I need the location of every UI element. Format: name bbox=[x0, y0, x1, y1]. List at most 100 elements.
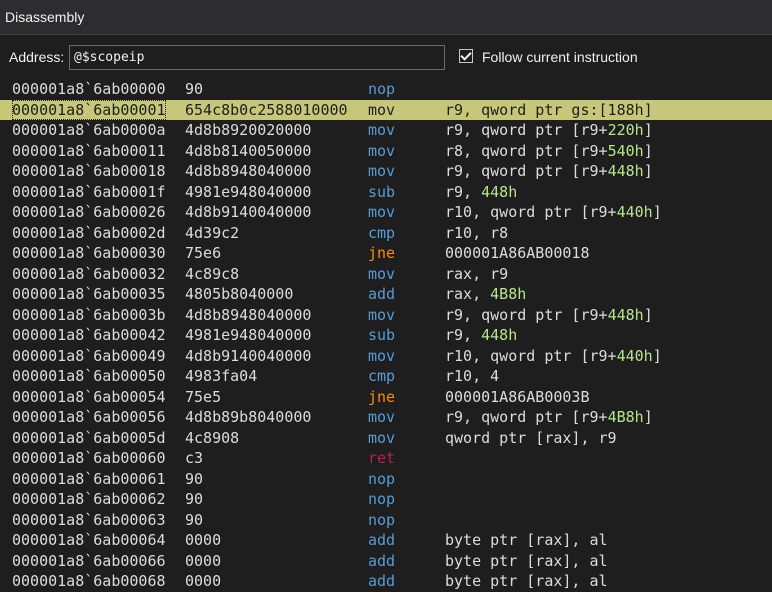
operand-text: byte ptr [rax], al bbox=[445, 531, 608, 549]
instruction-row[interactable]: 000001a8`6ab0000a 4d8b8920020000 mov r9, qw… bbox=[0, 120, 772, 141]
instruction-operands: 000001A86AB00018 bbox=[445, 243, 590, 264]
instruction-bytes: 0000 bbox=[185, 572, 222, 590]
address-bar: Address: Follow current instruction bbox=[0, 44, 772, 72]
instruction-address: 000001a8`6ab00054 bbox=[12, 387, 166, 406]
operand-number: 440h bbox=[616, 346, 653, 365]
instruction-bytes: 4d8b8920020000 bbox=[185, 121, 312, 139]
instruction-row[interactable]: 000001a8`6ab00000 90 nop bbox=[0, 79, 772, 100]
instruction-mnemonic: ret bbox=[368, 449, 396, 467]
instruction-mnemonic: add bbox=[368, 531, 396, 549]
instruction-mnemonic: mov bbox=[368, 428, 396, 447]
instruction-row[interactable]: 000001a8`6ab00050 4983fa04 cmp r10, 4 bbox=[0, 366, 772, 387]
instruction-bytes: 90 bbox=[185, 490, 204, 508]
instruction-mnemonic: add bbox=[368, 551, 396, 570]
instruction-bytes: 4981e948040000 bbox=[185, 182, 312, 201]
instruction-mnemonic: nop bbox=[368, 469, 396, 488]
instruction-row[interactable]: 000001a8`6ab00063 90 nop bbox=[0, 510, 772, 531]
instruction-bytes: 4d8b8140050000 bbox=[185, 141, 312, 160]
instruction-row[interactable]: 000001a8`6ab0002d 4d39c2 cmp r10, r8 bbox=[0, 223, 772, 244]
operand-text: 000001A86AB0003B bbox=[445, 387, 590, 406]
instruction-row[interactable]: 000001a8`6ab00068 0000 add byte ptr [rax], … bbox=[0, 571, 772, 592]
instruction-row[interactable]: 000001a8`6ab00066 0000 add byte ptr [rax], … bbox=[0, 551, 772, 572]
instruction-mnemonic: sub bbox=[368, 326, 396, 344]
instruction-bytes: 654c8b0c2588010000 bbox=[185, 100, 348, 119]
instruction-address: 000001a8`6ab0001f bbox=[12, 182, 166, 201]
instruction-row[interactable]: 000001a8`6ab0005d 4c8908 mov qword ptr [rax… bbox=[0, 428, 772, 449]
instruction-operands: byte ptr [rax], al bbox=[445, 530, 608, 551]
instruction-operands: r9, 448h bbox=[445, 325, 517, 346]
instruction-operands: r9, qword ptr [r9+448h] bbox=[445, 305, 653, 326]
instruction-row[interactable]: 000001a8`6ab00030 75e6 jne 000001A86AB00018 bbox=[0, 243, 772, 264]
instruction-mnemonic: sub bbox=[368, 182, 396, 201]
instruction-bytes: 75e5 bbox=[185, 387, 222, 406]
instruction-operands: byte ptr [rax], al bbox=[445, 551, 608, 572]
instruction-row[interactable]: 000001a8`6ab0003b 4d8b8948040000 mov r9, qw… bbox=[0, 305, 772, 326]
follow-instruction-label: Follow current instruction bbox=[482, 49, 638, 65]
instruction-address: 000001a8`6ab00056 bbox=[12, 408, 166, 426]
instruction-mnemonic: add bbox=[368, 572, 396, 590]
instruction-operands: r10, qword ptr [r9+440h] bbox=[445, 202, 662, 223]
instruction-row[interactable]: 000001a8`6ab00064 0000 add byte ptr [rax], … bbox=[0, 530, 772, 551]
operand-text: r10, 4 bbox=[445, 367, 500, 385]
operand-text: ] bbox=[643, 305, 653, 324]
instruction-bytes: 0000 bbox=[185, 531, 222, 549]
instruction-address: 000001a8`6ab00018 bbox=[12, 162, 166, 180]
instruction-operands: r9, qword ptr gs:[188h] bbox=[445, 100, 653, 121]
instruction-bytes: 90 bbox=[185, 510, 204, 529]
instruction-row[interactable]: 000001a8`6ab00061 90 nop bbox=[0, 469, 772, 490]
instruction-bytes: 4d8b89b8040000 bbox=[185, 408, 312, 426]
instruction-row[interactable]: 000001a8`6ab00062 90 nop bbox=[0, 489, 772, 510]
instruction-row[interactable]: 000001a8`6ab00060 c3 ret bbox=[0, 448, 772, 469]
address-input[interactable] bbox=[69, 45, 445, 70]
instruction-operands: rax, 4B8h bbox=[445, 284, 526, 305]
instruction-row[interactable]: 000001a8`6ab00035 4805b8040000 add rax, 4B8… bbox=[0, 284, 772, 305]
operand-text: r10, qword ptr [r9+ bbox=[445, 203, 617, 221]
operand-text: 000001A86AB00018 bbox=[445, 244, 590, 262]
instruction-operands: r10, qword ptr [r9+440h] bbox=[445, 346, 662, 367]
operand-text: r10, qword ptr [r9+ bbox=[445, 346, 617, 365]
instruction-mnemonic: nop bbox=[368, 80, 396, 98]
instruction-row[interactable]: 000001a8`6ab00032 4c89c8 mov rax, r9 bbox=[0, 264, 772, 285]
instruction-row[interactable]: 000001a8`6ab00026 4d8b9140040000 mov r10, q… bbox=[0, 202, 772, 223]
operand-number: 540h bbox=[607, 141, 644, 160]
operand-text: r9, qword ptr [r9+ bbox=[445, 162, 608, 180]
address-label: Address: bbox=[9, 49, 65, 65]
disassembly-listing[interactable]: 000001a8`6ab00000 90 nop 000001a8`6ab00001 6… bbox=[0, 79, 772, 592]
instruction-mnemonic: mov bbox=[368, 408, 396, 426]
operand-number: 448h bbox=[481, 326, 518, 344]
instruction-row[interactable]: 000001a8`6ab00042 4981e948040000 sub r9, 44… bbox=[0, 325, 772, 346]
instruction-mnemonic: mov bbox=[368, 305, 396, 324]
current-instruction-row[interactable]: 000001a8`6ab00001 654c8b0c2588010000 mov r9… bbox=[0, 99, 772, 121]
operand-number: 4B8h bbox=[607, 408, 644, 426]
instruction-mnemonic: mov bbox=[368, 203, 396, 221]
instruction-bytes: c3 bbox=[185, 449, 204, 467]
instruction-address: 000001a8`6ab00000 bbox=[12, 80, 166, 98]
instruction-mnemonic: cmp bbox=[368, 367, 396, 385]
operand-text: r9, bbox=[445, 326, 482, 344]
operand-text: rax, r9 bbox=[445, 264, 509, 283]
instruction-row[interactable]: 000001a8`6ab00018 4d8b8948040000 mov r9, qw… bbox=[0, 161, 772, 182]
follow-instruction-checkbox[interactable] bbox=[459, 49, 473, 63]
instruction-row[interactable]: 000001a8`6ab00011 4d8b8140050000 mov r8, qw… bbox=[0, 141, 772, 162]
instruction-mnemonic: mov bbox=[368, 121, 396, 139]
instruction-address: 000001a8`6ab00049 bbox=[12, 346, 166, 365]
instruction-row[interactable]: 000001a8`6ab0001f 4981e948040000 sub r9, 44… bbox=[0, 182, 772, 203]
operand-text: r9, qword ptr [r9+ bbox=[445, 305, 608, 324]
operand-text: ] bbox=[643, 408, 653, 426]
instruction-bytes: 90 bbox=[185, 469, 204, 488]
instruction-row[interactable]: 000001a8`6ab00056 4d8b89b8040000 mov r9, qw… bbox=[0, 407, 772, 428]
operand-number: 4B8h bbox=[490, 285, 527, 303]
instruction-operands: r9, 448h bbox=[445, 182, 517, 203]
instruction-address: 000001a8`6ab00068 bbox=[12, 572, 166, 590]
instruction-bytes: 4983fa04 bbox=[185, 367, 258, 385]
instruction-operands: 000001A86AB0003B bbox=[445, 387, 590, 408]
instruction-row[interactable]: 000001a8`6ab00049 4d8b9140040000 mov r10, q… bbox=[0, 346, 772, 367]
instruction-bytes: 4c8908 bbox=[185, 428, 240, 447]
instruction-bytes: 4d8b9140040000 bbox=[185, 203, 312, 221]
instruction-operands: r10, r8 bbox=[445, 223, 508, 244]
instruction-bytes: 90 bbox=[185, 80, 204, 98]
instruction-row[interactable]: 000001a8`6ab00054 75e5 jne 000001A86AB0003B bbox=[0, 387, 772, 408]
instruction-bytes: 4d39c2 bbox=[185, 223, 240, 242]
instruction-mnemonic: mov bbox=[368, 346, 396, 365]
operand-number: 440h bbox=[616, 203, 653, 221]
